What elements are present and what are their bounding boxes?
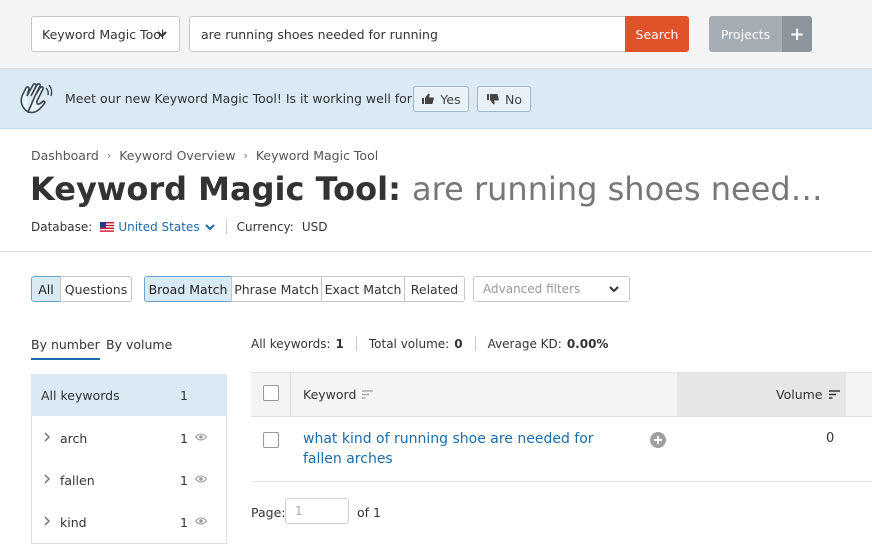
chevron-right-icon[interactable] xyxy=(43,516,51,526)
group-count: 1 xyxy=(180,387,188,403)
page-label: Page: xyxy=(251,505,286,520)
total-volume-value: 0 xyxy=(454,336,463,351)
eye-icon[interactable] xyxy=(195,475,207,483)
average-kd-value: 0.00% xyxy=(566,336,609,351)
filter-exact-match[interactable]: Exact Match xyxy=(321,276,405,302)
advanced-filters-placeholder: Advanced filters xyxy=(483,282,581,296)
tab-by-volume[interactable]: By volume xyxy=(106,337,172,352)
chevron-right-icon[interactable] xyxy=(43,432,51,442)
keyword-link[interactable]: what kind of running shoe are needed for… xyxy=(303,429,623,469)
volume-column-header[interactable]: Volume xyxy=(776,387,840,402)
filter-broad-match[interactable]: Broad Match xyxy=(144,276,232,302)
search-input[interactable]: are running shoes needed for running xyxy=(189,16,626,52)
eye-icon[interactable] xyxy=(195,433,207,441)
chevron-right-icon[interactable] xyxy=(43,474,51,484)
waving-hand-icon xyxy=(20,83,53,114)
group-label: arch xyxy=(60,430,88,446)
tab-by-number[interactable]: By number xyxy=(31,337,100,360)
add-keyword-icon[interactable] xyxy=(650,432,666,448)
sort-icon[interactable] xyxy=(362,390,374,399)
group-kind[interactable]: kind 1 xyxy=(31,501,227,543)
search-input-value: are running shoes needed for running xyxy=(201,26,438,42)
all-keywords-value: 1 xyxy=(335,336,344,351)
page-number-input[interactable]: 1 xyxy=(285,498,349,524)
tool-select-label: Keyword Magic Tool xyxy=(42,26,165,42)
yes-label: Yes xyxy=(440,91,461,107)
page-title-prefix: Keyword Magic Tool: xyxy=(30,170,401,208)
divider xyxy=(355,336,357,351)
group-label: kind xyxy=(60,514,87,530)
search-button[interactable]: Search xyxy=(625,16,689,52)
filter-all[interactable]: All xyxy=(31,276,61,302)
page-total: of 1 xyxy=(357,505,381,520)
group-all-keywords[interactable]: All keywords 1 xyxy=(31,374,227,416)
us-flag-icon xyxy=(100,221,115,232)
no-button[interactable]: No xyxy=(477,86,531,112)
group-count: 1 xyxy=(180,514,188,530)
all-keywords-label: All keywords: xyxy=(251,336,331,351)
currency-label: Currency: xyxy=(236,219,294,234)
sort-icon[interactable] xyxy=(828,390,840,399)
group-count: 1 xyxy=(180,430,188,446)
projects-button[interactable]: Projects xyxy=(709,16,782,52)
keyword-column-header[interactable]: Keyword xyxy=(303,387,374,402)
add-project-button[interactable]: + xyxy=(782,16,812,52)
thumbs-up-icon xyxy=(422,93,435,104)
total-volume-label: Total volume: xyxy=(368,336,450,351)
divider xyxy=(251,481,872,482)
database-label: Database: xyxy=(31,219,93,234)
average-kd-label: Average KD: xyxy=(487,336,562,351)
keyword-stats: All keywords: 1 Total volume: 0 Average … xyxy=(251,336,608,351)
tool-select-dropdown[interactable]: Keyword Magic Tool xyxy=(31,16,180,52)
chevron-right-icon: › xyxy=(243,149,248,162)
eye-icon[interactable] xyxy=(195,517,207,525)
breadcrumb-keyword-magic-tool: Keyword Magic Tool xyxy=(255,148,379,163)
advanced-filters-dropdown[interactable]: Advanced filters xyxy=(473,276,630,302)
no-label: No xyxy=(505,91,522,107)
page-title: Keyword Magic Tool: are running shoes ne… xyxy=(30,170,823,208)
database-select[interactable]: United States xyxy=(118,220,199,234)
breadcrumb: Dashboard › Keyword Overview › Keyword M… xyxy=(31,148,378,163)
group-label: fallen xyxy=(60,472,95,488)
group-arch[interactable]: arch 1 xyxy=(31,417,227,459)
divider xyxy=(225,219,227,234)
yes-button[interactable]: Yes xyxy=(413,86,469,112)
banner-message: Meet our new Keyword Magic Tool! Is it w… xyxy=(65,91,446,106)
chevron-down-icon[interactable] xyxy=(204,222,216,232)
chevron-down-icon xyxy=(609,286,619,293)
page-title-query: are running shoes need… xyxy=(412,170,823,208)
group-label: All keywords xyxy=(41,387,120,403)
breadcrumb-keyword-overview[interactable]: Keyword Overview xyxy=(119,148,235,163)
group-count: 1 xyxy=(180,472,188,488)
select-all-checkbox[interactable] xyxy=(263,385,279,401)
database-row: Database: United States Currency: USD xyxy=(31,219,327,234)
currency-value: USD xyxy=(301,219,328,234)
group-fallen[interactable]: fallen 1 xyxy=(31,459,227,501)
filter-questions[interactable]: Questions xyxy=(60,276,132,302)
page-number-value: 1 xyxy=(295,504,303,518)
row-checkbox[interactable] xyxy=(263,432,279,448)
breadcrumb-dashboard[interactable]: Dashboard xyxy=(31,148,99,163)
divider xyxy=(0,251,872,252)
volume-column-label: Volume xyxy=(776,387,823,402)
chevron-down-icon xyxy=(157,31,167,38)
chevron-right-icon: › xyxy=(106,149,112,162)
keyword-column-label: Keyword xyxy=(303,387,357,402)
divider xyxy=(290,372,291,417)
divider xyxy=(474,336,476,351)
thumbs-down-icon xyxy=(487,94,499,105)
filter-phrase-match[interactable]: Phrase Match xyxy=(231,276,322,302)
keyword-volume: 0 xyxy=(826,431,835,446)
filter-related[interactable]: Related xyxy=(404,276,465,302)
